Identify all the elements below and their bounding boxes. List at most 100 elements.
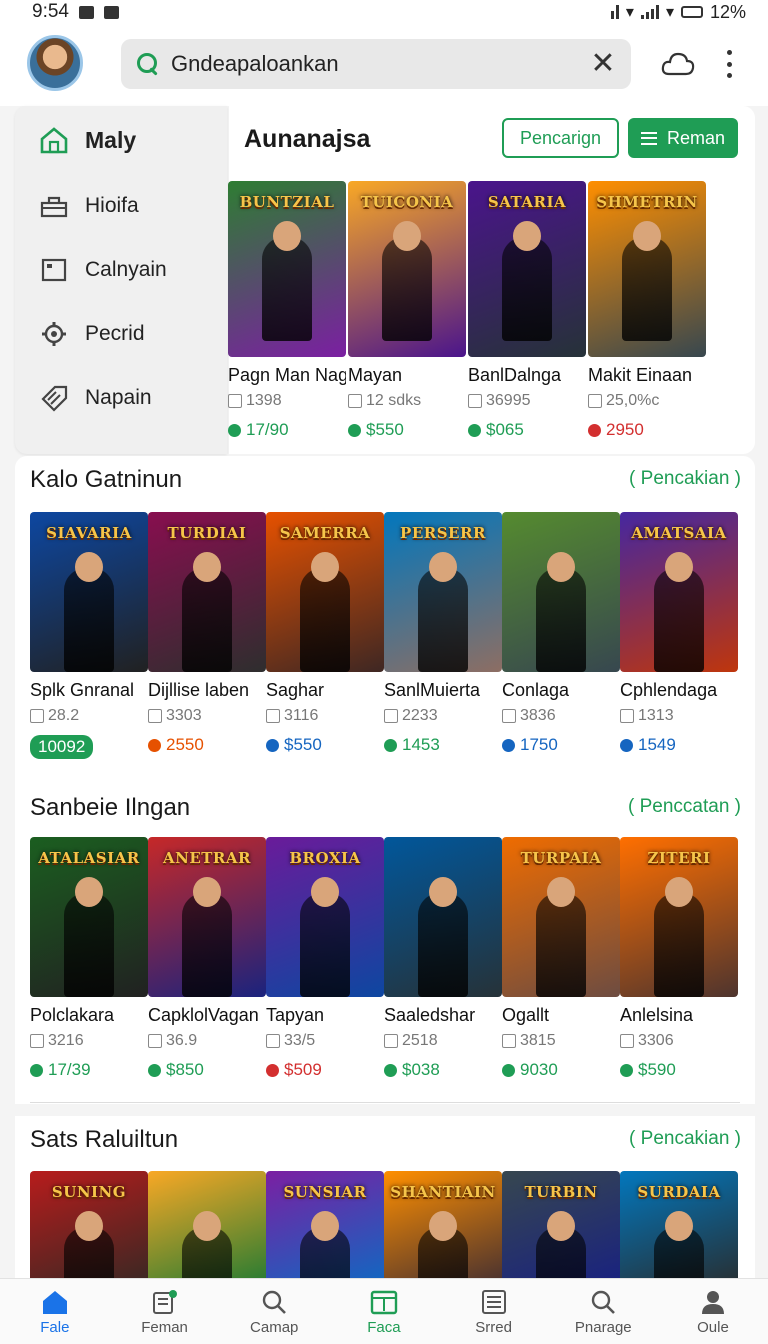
game-cover-image: SIAVARIA	[30, 512, 148, 672]
price-value: 17/39	[48, 1060, 91, 1079]
close-icon[interactable]: ✕	[589, 49, 617, 79]
character-head	[633, 221, 661, 251]
nav-item-feman[interactable]: Feman	[110, 1279, 220, 1344]
price-status-icon	[502, 1063, 515, 1077]
game-card[interactable]: TURBIN	[502, 1171, 620, 1278]
game-card[interactable]: TURPAIA Ogallt 3815 9030	[502, 837, 620, 1080]
calendar-icon	[266, 1034, 280, 1048]
game-card[interactable]: SUNSIAR	[266, 1171, 384, 1278]
search-button[interactable]: Pencarign	[502, 118, 619, 158]
game-card[interactable]: AMATSAIA Cphlendaga 1313 1549	[620, 512, 738, 755]
game-card[interactable]: SURDAIA	[620, 1171, 738, 1278]
game-cover-image: TUICONIA	[348, 181, 466, 357]
game-cover-image: SATARIA	[468, 181, 586, 357]
sidebar-item-napain[interactable]: Napain	[15, 370, 227, 426]
section-link[interactable]: ( Pencakian )	[629, 1128, 741, 1150]
nav-item-fale[interactable]: Fale	[0, 1279, 110, 1344]
sidebar-item-label: Pecrid	[85, 322, 145, 345]
sidebar-item-pecrid[interactable]: Pecrid	[15, 306, 227, 362]
game-logo: SHMETRIN	[596, 193, 698, 211]
game-title: CapklolVagan	[148, 1005, 259, 1025]
character-figure	[182, 568, 232, 672]
character-figure	[418, 568, 468, 672]
game-price: $065	[468, 420, 586, 440]
game-card[interactable]: BROXIA Tapyan 33/5 $509	[266, 837, 384, 1080]
section-link[interactable]: ( Pencakian )	[629, 468, 741, 490]
game-card[interactable]: BUNTZIAL Pagn Man Nagan 1398 17/90	[228, 181, 346, 440]
search-input[interactable]	[171, 51, 571, 77]
game-card[interactable]: TUICONIA Mayan 12 sdks $550	[348, 181, 466, 440]
sidebar-item-label: Napain	[85, 386, 152, 409]
nav-item-srred[interactable]: Srred	[439, 1279, 549, 1344]
game-card[interactable]: PERSERR SanlMuierta 2233 1453	[384, 512, 502, 755]
game-meta: 3216	[30, 1032, 148, 1050]
game-card[interactable]: Saaledshar 2518 $038	[384, 837, 502, 1080]
game-card[interactable]: ATALASIAR Polclakara 3216 17/39	[30, 837, 148, 1080]
search-bar[interactable]: ✕	[121, 39, 631, 89]
section-link[interactable]: ( Penccatan )	[628, 796, 741, 818]
hamburger-icon	[640, 131, 657, 145]
game-card[interactable]: SAMERRA Saghar 3116 $550	[266, 512, 384, 755]
game-card[interactable]: TURDIAI Dijllise laben 3303 2550	[148, 512, 266, 755]
clock: 9:54	[32, 1, 69, 22]
game-logo: TURDIAI	[167, 524, 247, 542]
character-head	[273, 221, 301, 251]
character-head	[665, 877, 693, 907]
section-title: Kalo Gatninun	[30, 466, 183, 493]
cloud-icon[interactable]	[660, 48, 696, 80]
character-head	[311, 552, 339, 582]
sidebar-item-maly[interactable]: Maly	[15, 112, 227, 168]
calendar-icon	[384, 1034, 398, 1048]
character-head	[193, 552, 221, 582]
nav-item-oule[interactable]: Oule	[658, 1279, 768, 1344]
sidebar-item-calnyain[interactable]: Calnyain	[15, 242, 227, 298]
avatar[interactable]	[27, 35, 83, 91]
game-card[interactable]: SIAVARIA Splk Gnranal 28.2 10092	[30, 512, 148, 759]
price-value: $509	[284, 1060, 322, 1079]
character-head	[311, 877, 339, 907]
calendar-icon	[148, 709, 162, 723]
game-logo: SAMERRA	[279, 524, 371, 542]
nav-item-faca[interactable]: Faca	[329, 1279, 439, 1344]
game-card[interactable]: SHANTIAIN	[384, 1171, 502, 1278]
game-card[interactable]: SUNING	[30, 1171, 148, 1278]
game-meta-value: 33/5	[284, 1032, 316, 1049]
game-card[interactable]	[148, 1171, 266, 1278]
game-card[interactable]: SATARIA BanlDalnga 36995 $065	[468, 181, 586, 440]
price-status-icon	[148, 1063, 161, 1077]
game-card[interactable]: ANETRAR CapklolVagan 36.9 $850	[148, 837, 266, 1080]
section-title: Sats Raluiltun	[30, 1126, 179, 1153]
game-card[interactable]: SHMETRIN Makit Einaan 25,0%c 2950	[588, 181, 706, 440]
game-logo: SUNING	[51, 1183, 127, 1201]
game-logo: TURPAIA	[520, 849, 602, 867]
menu-button[interactable]: Reman	[628, 118, 738, 158]
square-icon	[39, 255, 69, 285]
game-title: Pagn Man Nagan	[228, 365, 346, 385]
game-meta-value: 3303	[166, 707, 202, 724]
game-cover-image: SHMETRIN	[588, 181, 706, 357]
more-menu-icon[interactable]	[722, 50, 736, 78]
nav-item-label: Fale	[40, 1318, 70, 1336]
game-meta-value: 3836	[520, 707, 556, 724]
game-meta: 12 sdks	[348, 392, 466, 410]
section-sats-raluiltun: Sats Raluiltun ( Pencakian ) SUNING SUNSI…	[15, 1116, 755, 1278]
app-header: ✕	[0, 24, 768, 106]
section-kalo-gatninun: Kalo Gatninun ( Pencakian ) SIAVARIA Splk…	[15, 456, 755, 786]
game-cover-image: TURDIAI	[148, 512, 266, 672]
nav-item-pnarage[interactable]: Pnarage	[548, 1279, 658, 1344]
signal-icon	[640, 5, 659, 19]
nav-item-label: Camap	[250, 1318, 299, 1336]
game-cover-image	[384, 837, 502, 997]
game-title: Polclakara	[30, 1005, 115, 1025]
price-status-icon	[620, 1063, 633, 1077]
wifi-icon: ▾	[625, 4, 634, 21]
sidebar-item-label: Calnyain	[85, 258, 167, 281]
nav-item-camap[interactable]: Camap	[219, 1279, 329, 1344]
price-value: 1549	[638, 735, 676, 754]
game-title: SanlMuierta	[384, 680, 481, 700]
sidebar-item-hioifa[interactable]: Hioifa	[15, 178, 227, 234]
status-bar: 9:54 ▾ ▾ 12%	[0, 0, 768, 24]
game-card[interactable]: Conlaga 3836 1750	[502, 512, 620, 755]
game-card[interactable]: ZITERI Anlelsina 3306 $590	[620, 837, 738, 1080]
game-price: 17/90	[228, 420, 346, 440]
